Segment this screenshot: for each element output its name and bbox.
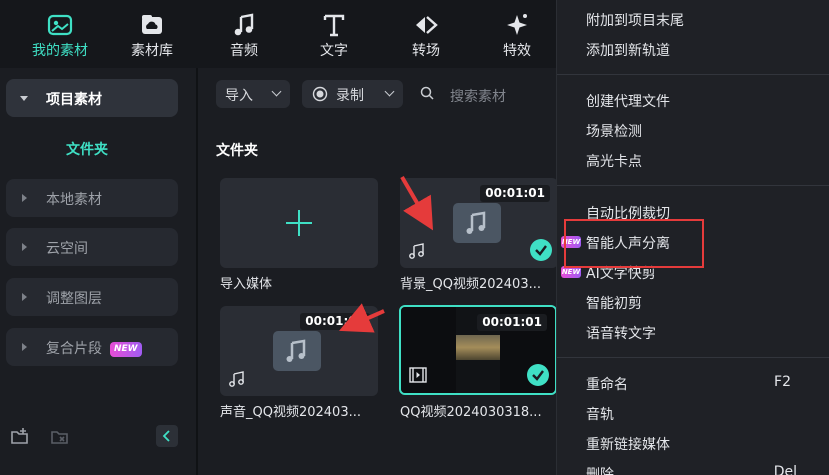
effects-sparkle-icon [507,14,527,35]
clip-name: 声音_QQ视频202403... [220,405,361,420]
tab-label: 转场 [412,43,440,59]
sidebar-item-folder[interactable]: 文件夹 [66,139,108,159]
sidebar-item-local-media[interactable]: 本地素材 [6,179,178,217]
shortcut-delete: Del [773,464,797,475]
sidebar-item-project-media[interactable]: 项目素材 [6,79,178,117]
clip-name: QQ视频2024030318... [400,405,542,420]
tab-my-media[interactable]: 我的素材 [16,0,104,68]
plus-icon [286,210,312,236]
menu-item-speech-to-text[interactable]: 语音转文字 [586,323,656,343]
menu-separator [557,185,829,186]
media-clip-card[interactable]: 00:01:01 [220,306,378,396]
menu-item-rename[interactable]: 重命名 [586,374,628,394]
sidebar-item-label: 项目素材 [46,92,102,108]
tab-label: 文字 [320,43,348,59]
tab-audio[interactable]: 音频 [200,0,288,68]
chevron-right-icon [22,194,27,202]
section-title: 文件夹 [216,143,258,159]
tab-text[interactable]: 文字 [290,0,378,68]
clip-duration: 00:01:01 [480,185,550,202]
music-note-icon [234,13,254,36]
sidebar-item-label-wrap: 复合片段 NEW [46,338,142,358]
top-toolbar: 我的素材 素材库 音频 文字 转场 特效 [0,0,556,68]
tab-label: 我的素材 [32,43,88,59]
sidebar-item-label: 复合片段 [46,341,102,357]
menu-item-create-proxy[interactable]: 创建代理文件 [586,91,670,111]
collapse-sidebar-button[interactable] [156,425,178,447]
tab-effects[interactable]: 特效 [473,0,561,68]
search-icon [420,86,434,100]
cloud-library-icon [142,15,162,34]
new-badge: NEW [110,342,142,357]
highlight-box [564,219,704,268]
clip-name: 背景_QQ视频202403... [400,277,541,292]
checkmark-icon [527,364,549,386]
menu-item-highlight-beat[interactable]: 高光卡点 [586,151,642,171]
media-icon [47,14,73,36]
chevron-down-icon [384,86,395,97]
chevron-left-icon [162,430,170,442]
audio-thumbnail [273,331,321,371]
media-panel: 导入 录制 搜索素材 文件夹 导入媒体 00:01:01 背景_QQ视频2024… [198,68,558,475]
record-label: 录制 [336,88,364,104]
import-dropdown[interactable]: 导入 [216,80,290,108]
sidebar-item-adjustment-layer[interactable]: 调整图层 [6,278,178,316]
chevron-right-icon [22,243,27,251]
tab-stock-library[interactable]: 素材库 [108,0,196,68]
tab-label: 素材库 [131,43,173,59]
audio-thumbnail [453,203,501,243]
menu-separator [557,74,829,75]
tab-label: 特效 [503,43,531,59]
menu-item-audio-track[interactable]: 音轨 [586,404,614,424]
import-media-label: 导入媒体 [220,277,273,292]
delete-folder-icon[interactable] [50,427,70,447]
import-label: 导入 [225,88,253,104]
sidebar-item-cloud-space[interactable]: 云空间 [6,228,178,266]
sidebar: 项目素材 文件夹 本地素材 云空间 调整图层 复合片段 NEW [0,68,196,475]
menu-item-scene-detection[interactable]: 场景检测 [586,121,642,141]
video-type-icon [409,367,427,383]
menu-item-add-to-new-track[interactable]: 添加到新轨道 [586,40,670,60]
tab-label: 音频 [230,43,258,59]
record-icon [312,86,328,102]
video-frame [456,335,500,360]
audio-type-icon [409,243,424,259]
sidebar-item-label: 云空间 [46,241,88,257]
media-clip-card-selected[interactable]: 00:01:01 [399,305,557,395]
media-clip-card[interactable]: 00:01:01 [400,178,558,268]
music-note-icon [466,211,486,234]
menu-item-append-to-end[interactable]: 附加到项目末尾 [586,10,684,30]
import-media-card[interactable] [220,178,378,268]
sidebar-item-label: 调整图层 [46,291,102,307]
clip-duration: 00:01:01 [300,313,370,330]
transition-icon [416,16,438,34]
audio-type-icon [229,371,244,387]
menu-separator [557,357,829,358]
checkmark-icon [530,239,552,261]
chevron-right-icon [22,343,27,351]
record-dropdown[interactable]: 录制 [302,80,403,108]
menu-item-smart-rough-cut[interactable]: 智能初剪 [586,293,642,313]
search-input[interactable]: 搜索素材 [450,86,506,106]
clip-duration: 00:01:01 [477,314,547,331]
new-folder-icon[interactable] [10,427,30,447]
music-note-icon [286,339,306,362]
menu-item-delete[interactable]: 删除 [586,464,614,475]
menu-item-relink-media[interactable]: 重新链接媒体 [586,434,670,454]
sidebar-item-label: 本地素材 [46,192,102,208]
chevron-down-icon [271,86,282,97]
shortcut-rename: F2 [774,374,791,390]
chevron-down-icon [20,96,28,101]
chevron-right-icon [22,293,27,301]
sidebar-item-compound-clip[interactable]: 复合片段 NEW [6,328,178,366]
text-icon [323,14,345,37]
tab-transition[interactable]: 转场 [382,0,470,68]
